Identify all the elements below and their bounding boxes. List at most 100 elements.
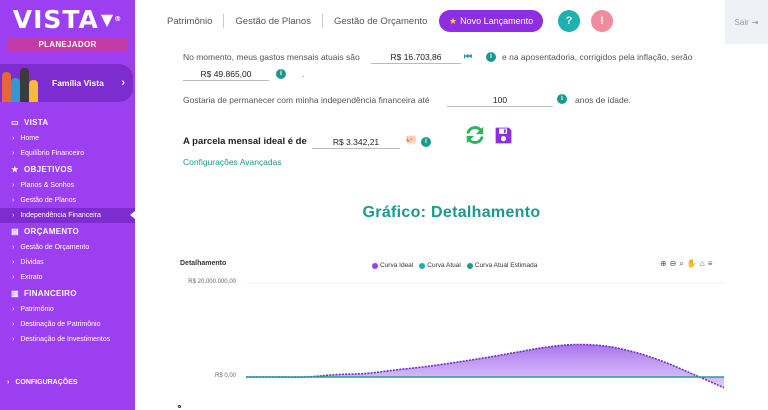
help-button[interactable]: ? — [558, 10, 580, 32]
menu-section-orcamento[interactable]: ▤ ORÇAMENTO — [0, 223, 135, 240]
sidebar-menu: ▭ VISTA › Home › Equilíbrio Financeiro ★ O… — [0, 114, 135, 347]
sidebar-item-label: Extrato — [20, 274, 43, 281]
rewind-icon[interactable]: ⏮ — [464, 51, 472, 62]
sidebar-item-label: Dívidas — [20, 259, 44, 266]
brand-name: VISTA — [12, 4, 99, 34]
sidebar-item-extrato[interactable]: › Extrato — [0, 270, 135, 285]
section-label: FINANCEIRO — [24, 289, 77, 298]
alert-button[interactable]: ! — [591, 10, 613, 32]
section-label: OBJETIVOS — [24, 165, 73, 174]
sidebar-item-label: Planos & Sonhos — [20, 182, 75, 189]
new-launch-label: Novo Lançamento — [460, 16, 534, 26]
sidebar-item-independencia-financeira[interactable]: › Independência Financeira — [0, 208, 135, 223]
ideal-installment-field: R$ 3.342,21 — [312, 135, 400, 149]
chart: Detalhamento Curva Ideal Curva Atual Cur… — [176, 255, 728, 410]
app: VISTA ▼ ® PLANEJADOR Família Vista › ▭ VIS… — [0, 0, 768, 410]
age-field[interactable]: 100 — [447, 93, 553, 107]
chevron-right-icon: › — [7, 379, 10, 386]
info-icon[interactable]: i — [557, 94, 567, 104]
sidebar: VISTA ▼ ® PLANEJADOR Família Vista › ▭ VIS… — [0, 0, 135, 410]
nav-divider — [321, 14, 323, 28]
chart-icon: ▥ — [11, 289, 19, 298]
legend-label: Curva Ideal — [380, 262, 414, 269]
sidebar-item-gestao-de-orcamento[interactable]: › Gestão de Orçamento — [0, 240, 135, 255]
independence-text-2: anos de idade. — [575, 95, 631, 105]
registered-mark: ® — [114, 15, 123, 23]
ideal-installment-label: A parcela mensal ideal é de — [183, 136, 307, 147]
info-icon[interactable]: i — [421, 137, 431, 147]
advanced-settings-link[interactable]: Configurações Avançadas — [183, 157, 282, 167]
star-icon: ★ — [11, 165, 19, 174]
refresh-icon[interactable] — [464, 124, 486, 146]
logout-icon: ⇥ — [751, 17, 759, 27]
sidebar-item-destinacao-de-investimentos[interactable]: › Destinação de Investimentos — [0, 332, 135, 347]
logout-button[interactable]: Sair ⇥ — [725, 0, 768, 44]
retirement-expenses-field[interactable]: R$ 49.865,00 — [183, 67, 269, 81]
brand-subtitle: PLANEJADOR — [8, 38, 127, 52]
zoom-in-icon[interactable]: ⊕ — [660, 259, 667, 269]
nav-link-gestao-de-orcamento[interactable]: Gestão de Orçamento — [334, 16, 427, 27]
info-icon[interactable]: i — [486, 52, 496, 62]
chart-canvas — [246, 282, 725, 389]
nav-link-gestao-de-planos[interactable]: Gestão de Planos — [235, 16, 311, 27]
brand-logo[interactable]: VISTA ▼ ® — [0, 0, 135, 38]
sidebar-item-home[interactable]: › Home — [0, 131, 135, 146]
magnify-icon[interactable]: ⌕ — [679, 259, 683, 269]
sidebar-item-planos-sonhos[interactable]: › Planos & Sonhos — [0, 178, 135, 193]
money-icon: ▤ — [11, 227, 19, 236]
chevron-right-icon: › — [12, 336, 15, 343]
sidebar-item-label: Gestão de Orçamento — [20, 244, 90, 251]
logout-label: Sair — [734, 17, 749, 27]
legend-item[interactable]: Curva Atual Estimada — [466, 262, 538, 269]
top-nav: Patrimônio Gestão de Planos Gestão de Or… — [167, 14, 427, 28]
monitor-icon: ▭ — [11, 118, 19, 127]
legend-label: Curva Atual Estimada — [474, 262, 538, 269]
section-label: ORÇAMENTO — [24, 227, 79, 236]
chevron-right-icon: › — [12, 197, 15, 204]
legend-marker — [419, 262, 426, 269]
menu-section-objetivos[interactable]: ★ OBJETIVOS — [0, 161, 135, 178]
brand-triangle-icon: ▼ — [100, 9, 115, 29]
home-icon[interactable]: ⌂ — [700, 259, 705, 269]
chevron-right-icon: › — [12, 212, 15, 219]
family-selector[interactable]: Família Vista › — [0, 64, 133, 102]
chevron-right-icon: › — [12, 259, 15, 266]
chart-section-title: Gráfico: Detalhamento — [362, 204, 541, 221]
sidebar-item-patrimonio[interactable]: › Patrimônio — [0, 302, 135, 317]
independence-text-1: Gostaria de permanecer com minha indepen… — [183, 95, 430, 105]
chevron-right-icon: › — [12, 321, 15, 328]
sidebar-item-label: Gestão de Planos — [20, 197, 76, 204]
sidebar-item-label: Home — [20, 135, 40, 142]
save-icon[interactable] — [493, 125, 514, 146]
sidebar-item-destinacao-de-patrimonio[interactable]: › Destinação de Patrimônio — [0, 317, 135, 332]
new-launch-button[interactable]: ★ Novo Lançamento — [439, 10, 544, 32]
chevron-right-icon: › — [121, 77, 125, 89]
sidebar-item-label: Destinação de Investimentos — [20, 336, 111, 343]
piggy-bank-icon[interactable]: 🐖 — [405, 135, 417, 146]
menu-icon[interactable]: ≡ — [708, 259, 713, 269]
menu-section-vista[interactable]: ▭ VISTA — [0, 114, 135, 131]
chevron-right-icon: › — [12, 274, 15, 281]
menu-section-financeiro[interactable]: ▥ FINANCEIRO — [0, 285, 135, 302]
sidebar-item-configuracoes[interactable]: › CONFIGURAÇÕES — [0, 375, 135, 390]
y-tick-label: R$ 0,00 — [214, 373, 236, 379]
sidebar-item-gestao-de-planos[interactable]: › Gestão de Planos — [0, 193, 135, 208]
legend-marker — [466, 262, 473, 269]
legend-item[interactable]: Curva Ideal — [372, 262, 413, 269]
family-avatar — [0, 64, 40, 102]
sidebar-item-equilibrio-financeiro[interactable]: › Equilíbrio Financeiro — [0, 146, 135, 161]
topbar: Patrimônio Gestão de Planos Gestão de Or… — [135, 0, 768, 44]
nav-link-patrimonio[interactable]: Patrimônio — [167, 16, 212, 27]
sidebar-item-dividas[interactable]: › Dívidas — [0, 255, 135, 270]
info-icon[interactable]: i — [276, 69, 286, 79]
current-expenses-field[interactable]: R$ 16.703,86 — [371, 50, 461, 64]
chart-toolbar: ⊕ ⊖ ⌕ ✋ ⌂ ≡ — [657, 259, 712, 269]
zoom-out-icon[interactable]: ⊖ — [670, 259, 677, 269]
pan-hand-icon[interactable]: ✋ — [687, 259, 697, 269]
legend-item[interactable]: Curva Atual — [419, 262, 461, 269]
family-name: Família Vista — [52, 78, 104, 88]
sidebar-item-label: Destinação de Patrimônio — [20, 321, 101, 328]
section-label: VISTA — [24, 118, 49, 127]
chevron-right-icon: › — [12, 150, 15, 157]
chevron-right-icon: › — [12, 306, 15, 313]
